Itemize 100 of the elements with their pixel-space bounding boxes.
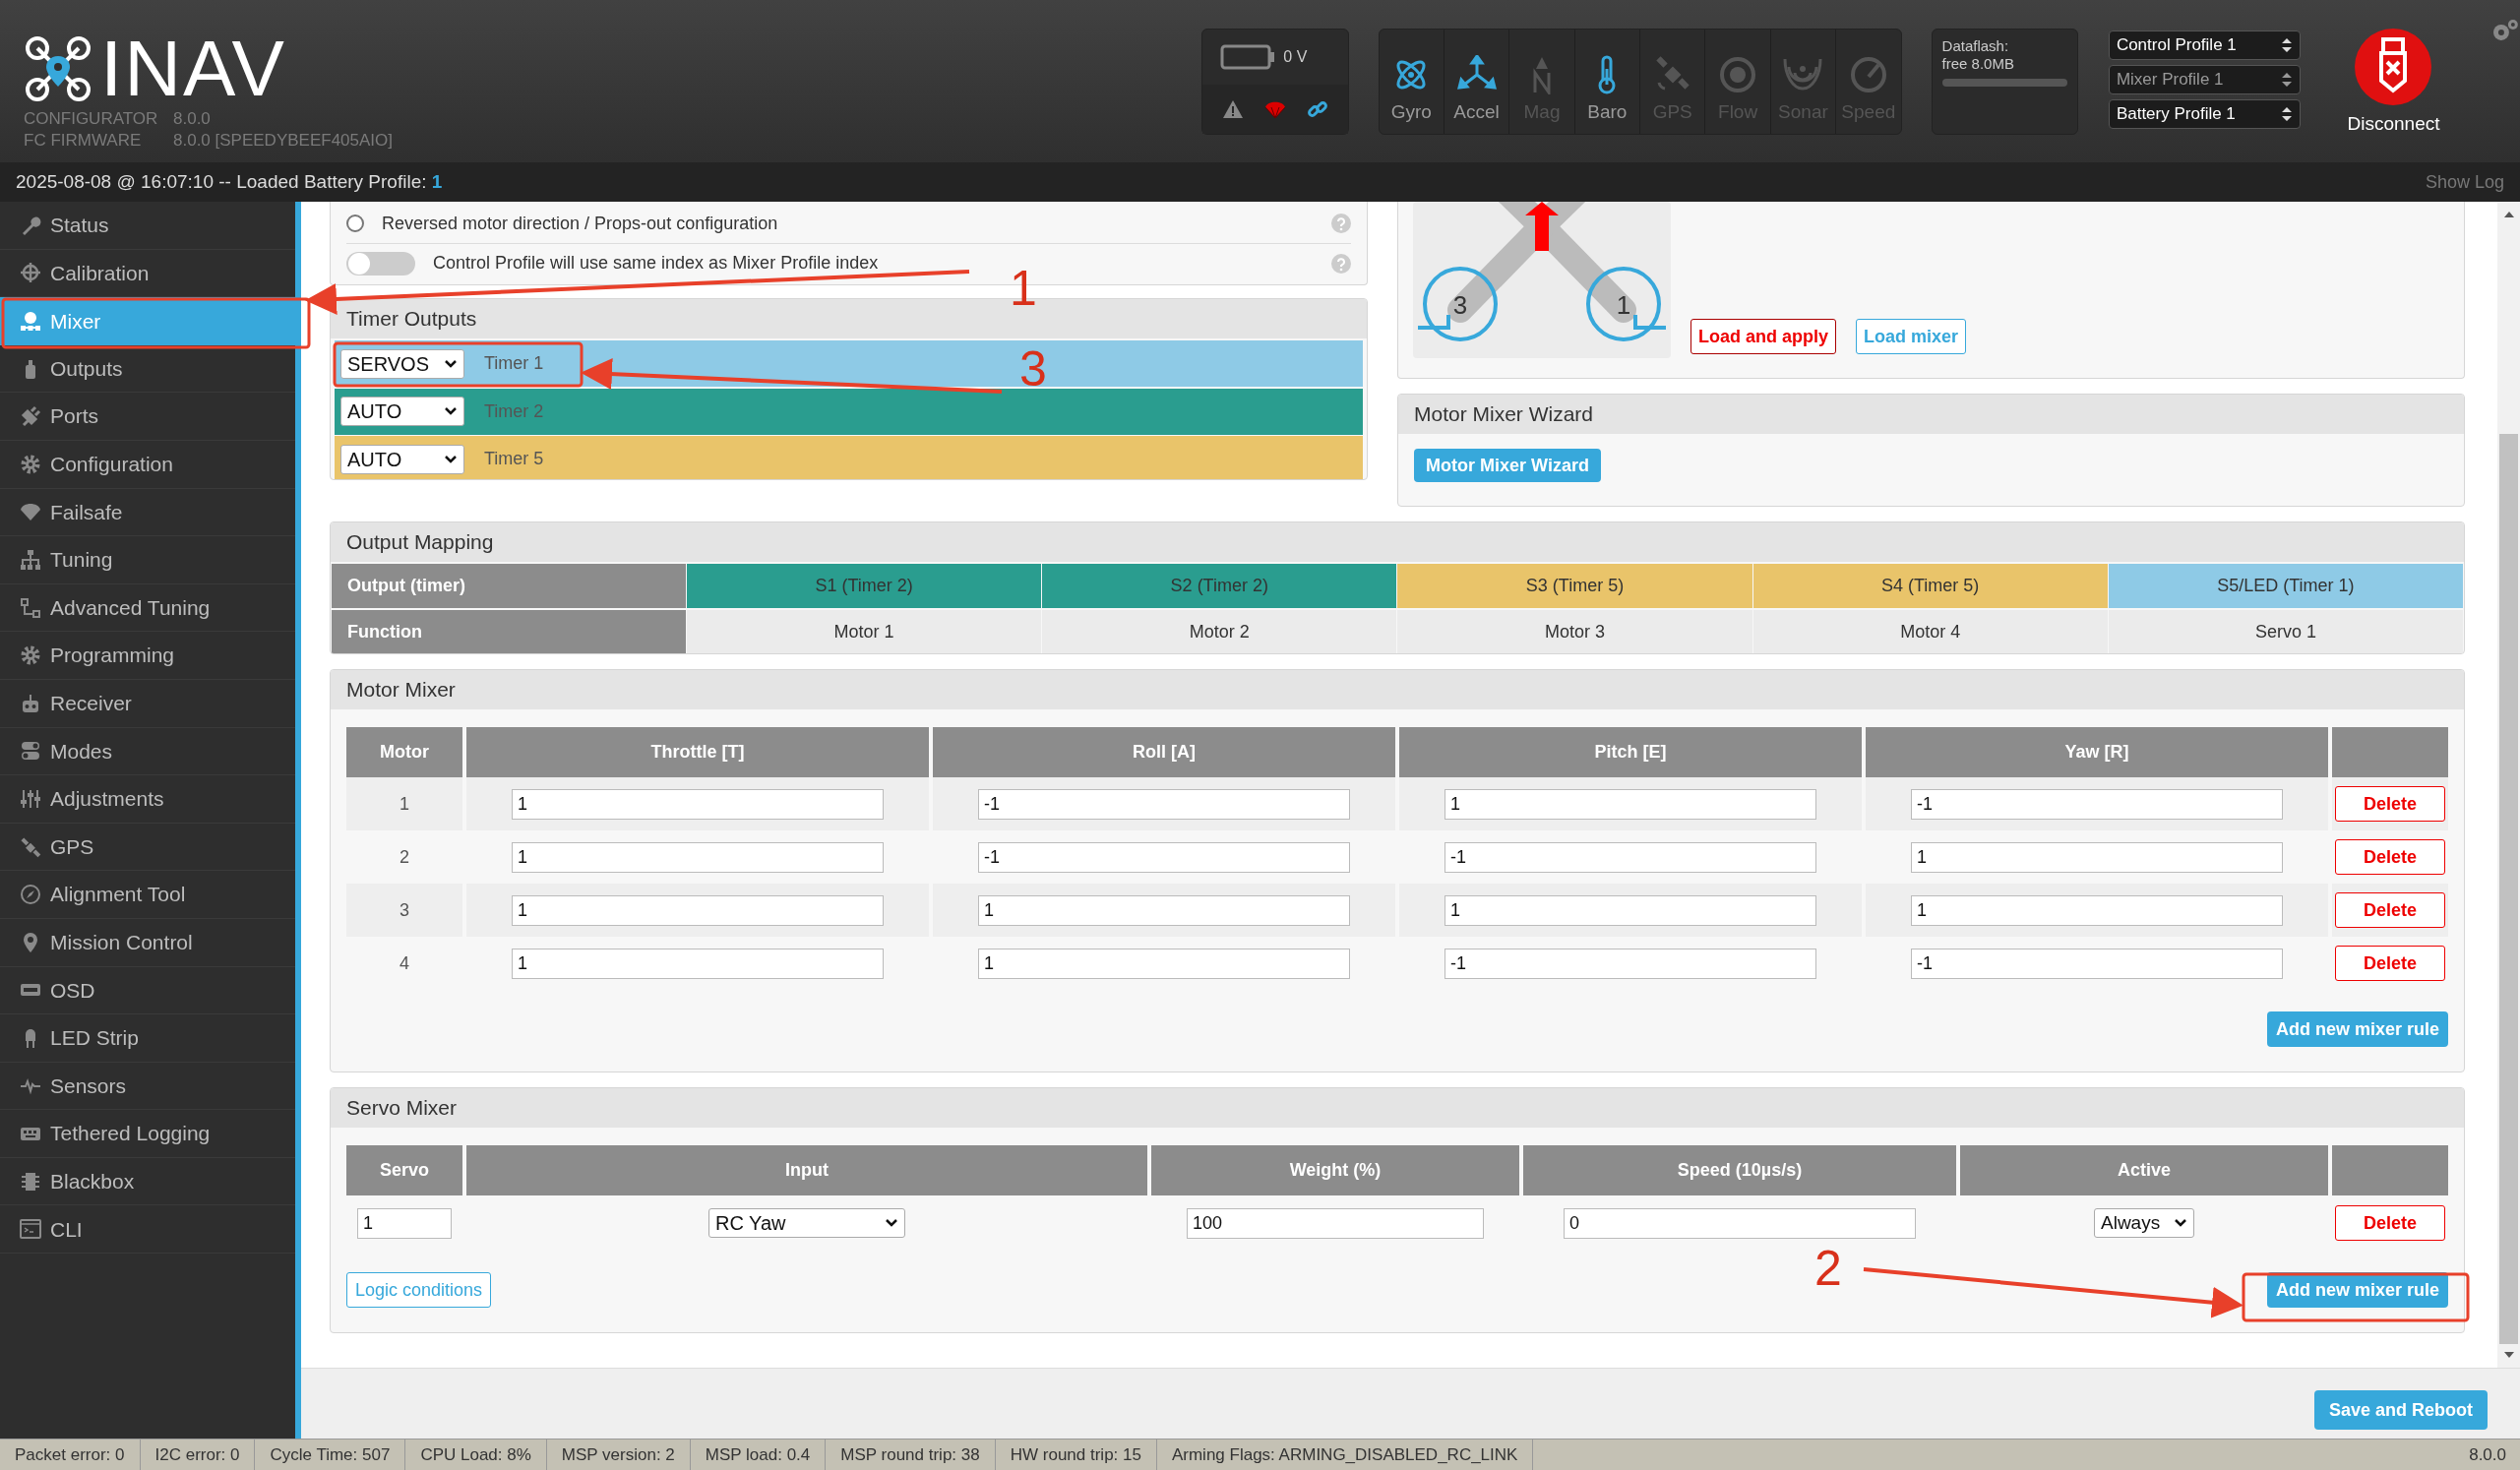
input-field[interactable]: 1 — [978, 894, 1350, 926]
delete-button[interactable]: Delete — [2335, 1205, 2445, 1241]
annotation-number: 1 — [1010, 261, 1037, 316]
plug-icon — [20, 405, 41, 428]
sidebar-item[interactable]: Adjustments — [0, 775, 295, 824]
output-header: S3 (Timer 5) — [1396, 564, 1752, 608]
sidebar-item[interactable]: Alignment Tool — [0, 871, 295, 919]
table-header: Weight (%) — [1151, 1145, 1519, 1195]
sidebar-item[interactable]: Advanced Tuning — [0, 583, 295, 633]
sidebar-item[interactable]: Programming — [0, 632, 295, 680]
compass-icon — [20, 884, 41, 906]
table-header: Active — [1960, 1145, 2328, 1195]
profile-dropdown[interactable]: Control Profile 1 — [2108, 31, 2301, 60]
input-field[interactable]: 1 — [512, 788, 884, 820]
input-field[interactable]: 100 — [1187, 1207, 1484, 1239]
sidebar-item[interactable]: Blackbox — [0, 1157, 295, 1206]
input-field[interactable]: 1 — [512, 948, 884, 979]
option-label: Reversed motor direction / Props-out configuration — [382, 212, 779, 235]
input-field[interactable]: -1 — [978, 841, 1350, 873]
profile-dropdown[interactable]: Battery Profile 1 — [2108, 99, 2301, 129]
annotation-number: 2 — [1814, 1241, 1842, 1296]
timer-label: Timer 2 — [484, 399, 544, 423]
load-button[interactable]: Load and apply — [1690, 319, 1836, 354]
table-header: Function — [332, 610, 686, 653]
dropdown[interactable]: AUTO — [340, 397, 464, 426]
flowchart-icon — [20, 596, 41, 619]
input-field[interactable]: 0 — [1564, 1207, 1916, 1239]
version-value: 8.0.0 [SPEEDYBEEF405AIO] — [173, 130, 393, 152]
sidebar-item[interactable]: Failsafe — [0, 488, 295, 537]
sidebar-item[interactable]: Tethered Logging — [0, 1110, 295, 1158]
delete-button[interactable]: Delete — [2335, 839, 2445, 875]
input-field[interactable]: -1 — [1444, 841, 1816, 873]
output-header: S5/LED (Timer 1) — [2107, 564, 2463, 608]
output-header: S4 (Timer 5) — [1752, 564, 2108, 608]
sidebar-item[interactable]: CLI — [0, 1205, 295, 1255]
toggle-switch[interactable] — [346, 251, 415, 276]
sidebar-item[interactable]: Receiver — [0, 679, 295, 728]
table-cell: Servo 1 — [2107, 610, 2463, 653]
table-header: Input — [466, 1145, 1147, 1195]
delete-button[interactable]: Delete — [2335, 786, 2445, 822]
status-text: HW round trip: 15 — [995, 1439, 1157, 1470]
input-field[interactable]: 1 — [512, 841, 884, 873]
panel-title: Motor Mixer — [346, 677, 456, 704]
gear-icon — [20, 644, 41, 667]
panel-title: Motor Mixer Wizard — [1414, 401, 1594, 428]
delete-button[interactable]: Delete — [2335, 946, 2445, 981]
option-label: Control Profile will use same index as Mixer Profile index — [433, 252, 880, 275]
status-text: MSP version: 2 — [546, 1439, 691, 1470]
help-icon — [1331, 253, 1351, 274]
table-header: Output (timer) — [332, 564, 686, 608]
chevron-down-icon — [444, 454, 458, 464]
dropdown[interactable]: Always — [2094, 1208, 2194, 1238]
input-field[interactable]: -1 — [978, 788, 1350, 820]
output-header: S1 (Timer 2) — [686, 564, 1042, 608]
sidebar-item[interactable]: Mission Control — [0, 918, 295, 967]
status-text: MSP round trip: 38 — [826, 1439, 996, 1470]
sidebar-item[interactable]: Status — [0, 202, 295, 250]
table-header: Yaw [R] — [1866, 727, 2328, 777]
sidebar-item[interactable]: LED Strip — [0, 1014, 295, 1063]
input-field[interactable]: 1 — [1911, 894, 2283, 926]
input-field[interactable]: 1 — [978, 948, 1350, 979]
up-down-icon — [2280, 71, 2293, 89]
input-field[interactable]: 1 — [1444, 788, 1816, 820]
status-text: I2C error: 0 — [140, 1439, 256, 1470]
output-header: S2 (Timer 2) — [1041, 564, 1397, 608]
input-field[interactable]: -1 — [1444, 948, 1816, 979]
sidebar-item[interactable]: Sensors — [0, 1062, 295, 1111]
delete-button[interactable]: Delete — [2335, 892, 2445, 928]
sidebar-item[interactable]: Modes — [0, 727, 295, 776]
help-icon — [1331, 214, 1351, 233]
sidebar-item[interactable]: OSD — [0, 966, 295, 1015]
sidebar-item[interactable]: Ports — [0, 393, 295, 441]
link-icon — [1306, 98, 1328, 120]
annotation-number: 3 — [1019, 341, 1047, 397]
scroll-up-icon — [2502, 210, 2515, 219]
show-log-link[interactable]: Show Log — [2425, 168, 2504, 196]
input-field[interactable]: 1 — [1911, 841, 2283, 873]
table-header: Speed (10µs/s) — [1523, 1145, 1956, 1195]
input-field[interactable]: -1 — [1911, 948, 2283, 979]
sidebar-item[interactable]: Tuning — [0, 536, 295, 584]
table-cell: 3 — [346, 884, 462, 937]
dropdown[interactable]: RC Yaw — [708, 1208, 905, 1238]
input-field[interactable]: -1 — [1911, 788, 2283, 820]
disconnect-button[interactable]: Disconnect — [2347, 110, 2440, 139]
timer-label: Timer 1 — [484, 352, 544, 375]
sensor-label: Accel — [1453, 99, 1500, 124]
chevron-down-icon — [444, 358, 458, 369]
sidebar-item[interactable]: Configuration — [0, 440, 295, 489]
dropdown[interactable]: AUTO — [340, 444, 464, 474]
input-field[interactable]: 1 — [1444, 894, 1816, 926]
input-field[interactable]: 1 — [512, 894, 884, 926]
sidebar-item[interactable]: Outputs — [0, 344, 295, 394]
input-field[interactable]: 1 — [357, 1207, 452, 1239]
warning-icon — [1222, 98, 1245, 120]
satellite-icon — [20, 835, 41, 858]
radio-button[interactable] — [346, 214, 364, 232]
status-text: Arming Flags: ARMING_DISABLED_RC_LINK — [1156, 1439, 1534, 1470]
table-cell: Motor 3 — [1396, 610, 1752, 653]
sidebar-item[interactable]: GPS — [0, 823, 295, 872]
dropdown[interactable]: SERVOS — [340, 348, 464, 379]
